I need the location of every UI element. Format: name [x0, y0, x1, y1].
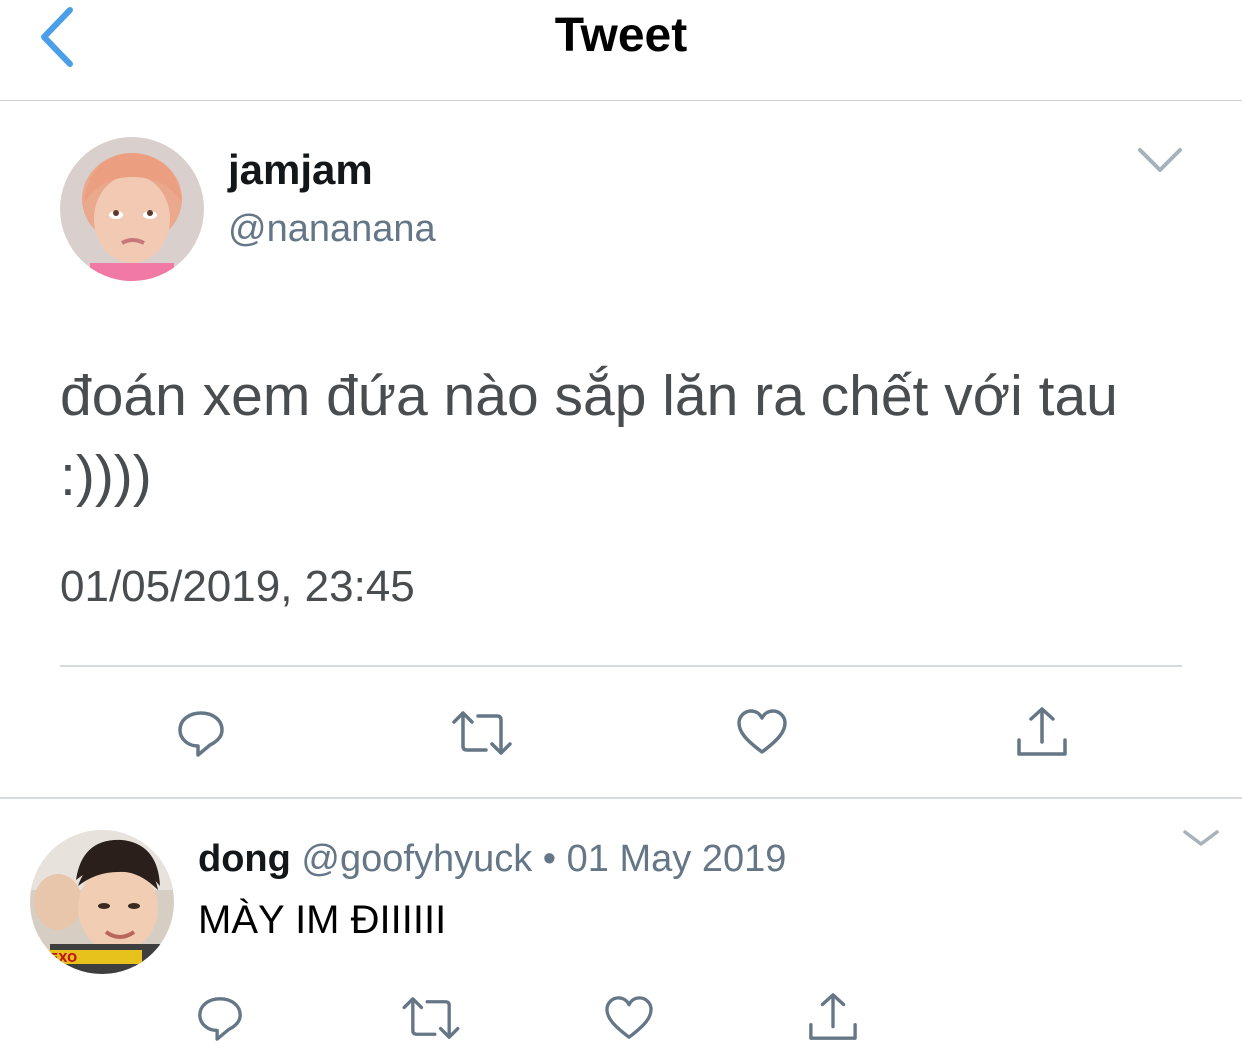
- meta-separator: •: [542, 838, 557, 880]
- author-avatar[interactable]: [60, 137, 204, 281]
- reply-author-avatar[interactable]: EXO: [30, 830, 174, 974]
- chevron-down-icon: [1183, 830, 1219, 846]
- reply-icon: [198, 997, 242, 1041]
- author-handle[interactable]: @nananana: [228, 208, 436, 251]
- page-title: Tweet: [554, 9, 688, 62]
- reply-author-handle[interactable]: @goofyhyuck: [301, 838, 532, 880]
- retweet-icon: [452, 711, 512, 755]
- reply-text: MÀY IM ĐIIIIII: [198, 898, 447, 942]
- tweet-timestamp: 01/05/2019, 23:45: [60, 562, 415, 611]
- retweet-icon: [402, 997, 460, 1039]
- reply-date[interactable]: 01 May 2019: [567, 838, 787, 880]
- reply-meta: dong @goofyhyuck • 01 May 2019: [198, 838, 786, 881]
- share-icon: [1017, 707, 1067, 756]
- chevron-down-icon: [1138, 148, 1182, 172]
- reply-share-button[interactable]: [808, 992, 858, 1042]
- tweet-menu-button[interactable]: [1136, 144, 1184, 176]
- author-name[interactable]: jamjam: [228, 146, 373, 194]
- like-button[interactable]: [736, 708, 788, 756]
- section-divider: [0, 797, 1242, 799]
- reply-button[interactable]: [176, 708, 226, 758]
- share-icon: [809, 993, 857, 1040]
- like-icon: [605, 996, 653, 1039]
- like-icon: [737, 709, 787, 754]
- reply-retweet-button[interactable]: [402, 996, 460, 1040]
- tweet-text: đoán xem đứa nào sắp lăn ra chết với tau…: [60, 364, 1118, 508]
- share-button[interactable]: [1016, 706, 1068, 758]
- reply-like-button[interactable]: [604, 995, 654, 1041]
- reply-author-name[interactable]: dong: [198, 838, 291, 880]
- divider: [60, 665, 1182, 667]
- reply-icon: [178, 711, 224, 757]
- reply-reply-button[interactable]: [196, 994, 244, 1042]
- reply-menu-button[interactable]: [1182, 828, 1220, 848]
- retweet-button[interactable]: [452, 710, 512, 756]
- avatar-caption: EXO: [50, 951, 77, 965]
